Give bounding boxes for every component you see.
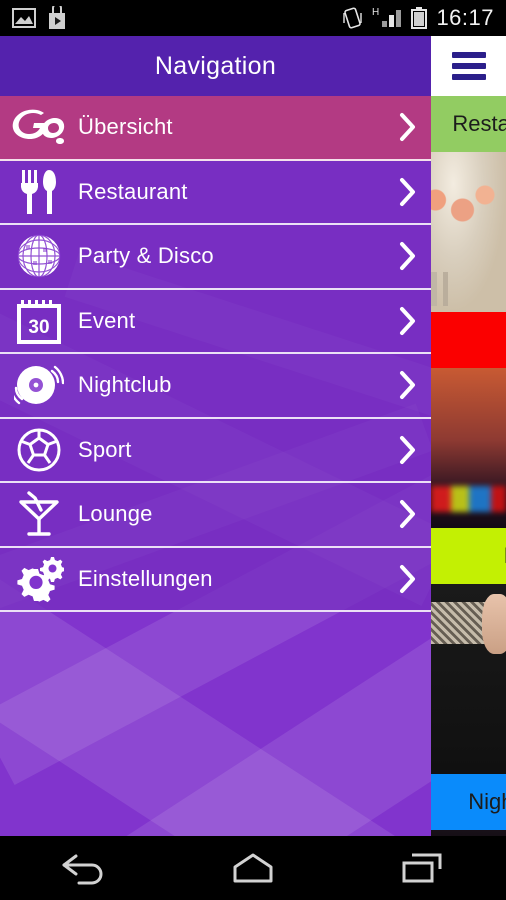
- nav-item-lounge[interactable]: Lounge: [0, 483, 431, 548]
- navigation-drawer: Übersicht Restaurant Party & Disco 30 Ev…: [0, 96, 431, 836]
- chevron-right-icon: [385, 240, 431, 272]
- status-bar-left-icons: [0, 6, 68, 30]
- category-label: Nightclub: [468, 789, 506, 814]
- vinyl-record-icon: [0, 353, 78, 417]
- nav-item-label: Restaurant: [78, 178, 188, 204]
- image-icon: [12, 8, 36, 28]
- nav-item-label: Sport: [78, 436, 132, 462]
- disco-ball-icon: [0, 224, 78, 288]
- nav-item-label: Einstellungen: [78, 565, 213, 591]
- nav-item-einstellungen[interactable]: Einstellungen: [0, 547, 431, 612]
- chevron-right-icon: [385, 305, 431, 337]
- nav-item-restaurant[interactable]: Restaurant: [0, 160, 431, 225]
- cocktail-icon: [0, 482, 78, 546]
- vibrate-icon: [343, 7, 363, 29]
- nav-item-nightclub[interactable]: Nightclub: [0, 354, 431, 419]
- calendar-30-icon: 30: [0, 289, 78, 353]
- home-button[interactable]: [203, 842, 303, 894]
- nav-item-label: Lounge: [78, 501, 153, 527]
- category-header-party: Party: [431, 312, 506, 368]
- nav-item-label: Nightclub: [78, 372, 172, 398]
- chevron-right-icon: [385, 369, 431, 401]
- go-logo-icon: [0, 96, 78, 159]
- nav-item-label: Party & Disco: [78, 243, 214, 269]
- status-bar-clock: 16:17: [436, 5, 494, 30]
- soccer-ball-icon: [0, 418, 78, 482]
- status-bar: H 16:17: [0, 0, 506, 36]
- nav-item-label: Übersicht: [78, 114, 173, 140]
- chevron-right-icon: [385, 563, 431, 595]
- sequin-dress-photo: [431, 584, 506, 774]
- cutlery-icon: [0, 160, 78, 224]
- back-button[interactable]: [34, 842, 134, 894]
- food-plate-photo: [431, 152, 506, 312]
- gears-icon: [0, 547, 78, 611]
- nav-item-party-disco[interactable]: Party & Disco: [0, 225, 431, 290]
- app-header: Navigation: [0, 36, 431, 96]
- nav-item-event[interactable]: 30 Event: [0, 289, 431, 354]
- nav-item-sport[interactable]: Sport: [0, 418, 431, 483]
- nav-item-uebersicht[interactable]: Übersicht: [0, 96, 431, 161]
- page-title: Navigation: [154, 51, 277, 80]
- dj-party-photo: [431, 368, 506, 528]
- calendar-day-number: 30: [28, 317, 49, 338]
- signal-h-icon: H: [372, 7, 402, 27]
- system-navigation-bar: [0, 836, 506, 900]
- category-label: Restaurant: [452, 111, 506, 136]
- status-bar-right-icons: H 16:17: [342, 5, 506, 31]
- chevron-right-icon: [385, 176, 431, 208]
- battery-icon: [411, 7, 428, 29]
- menu-button-panel[interactable]: [431, 36, 506, 96]
- play-store-icon: [49, 6, 65, 29]
- chevron-right-icon: [385, 434, 431, 466]
- category-header-event: Event: [431, 528, 506, 584]
- content-peek-panel[interactable]: Restaurant Party Event Nightclub: [431, 96, 506, 836]
- recents-button[interactable]: [372, 842, 472, 894]
- phone-screen: H 16:17 Navigation Übersicht Restaurant …: [0, 0, 506, 900]
- hamburger-menu-icon[interactable]: [451, 52, 486, 80]
- category-header-nightclub: Nightclub: [431, 774, 506, 830]
- svg-text:H: H: [372, 7, 379, 18]
- nav-item-label: Event: [78, 307, 136, 333]
- chevron-right-icon: [385, 111, 431, 143]
- category-header-restaurant: Restaurant: [431, 96, 506, 152]
- navigation-list: Übersicht Restaurant Party & Disco 30 Ev…: [0, 96, 431, 612]
- chevron-right-icon: [385, 498, 431, 530]
